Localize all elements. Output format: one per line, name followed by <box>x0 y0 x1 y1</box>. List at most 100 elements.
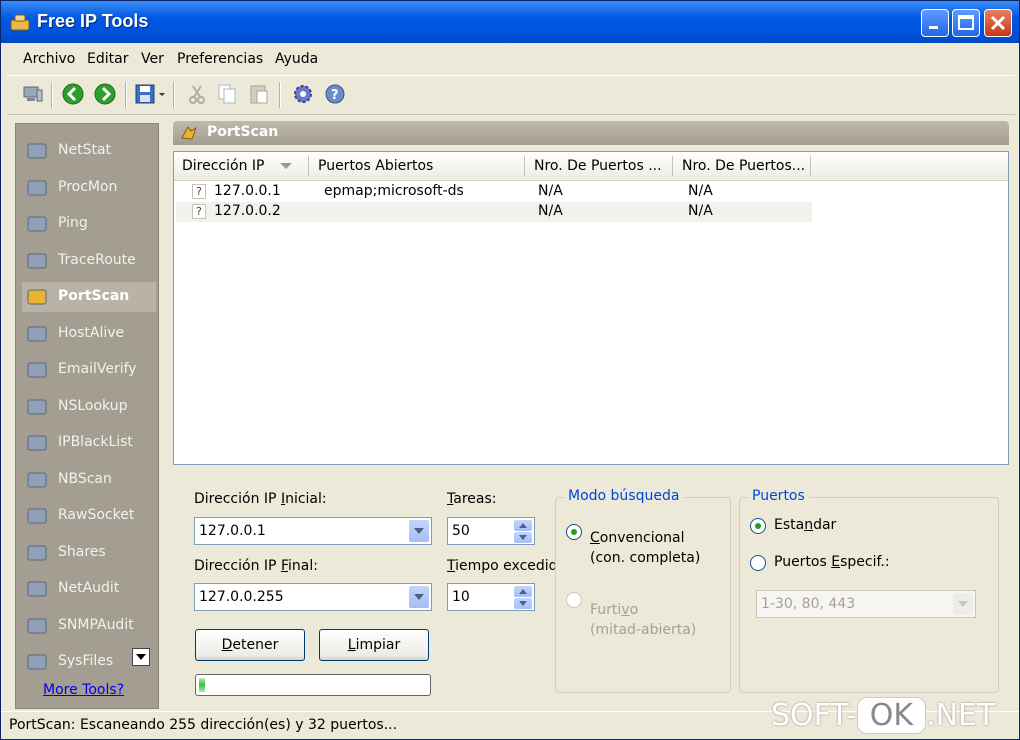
minimize-button[interactable] <box>921 9 949 37</box>
save-icon[interactable] <box>133 82 157 106</box>
menu-ver[interactable]: Ver <box>141 51 164 67</box>
table-row[interactable]: ? 127.0.0.1 epmap;microsoft-ds N/A N/A <box>176 182 812 202</box>
computer-icon[interactable] <box>21 82 45 106</box>
sidebar-scroll-down-button[interactable] <box>132 648 150 666</box>
ports-title: Puertos <box>748 488 809 504</box>
ip-end-combo[interactable]: 127.0.0.255 <box>194 583 432 611</box>
spin-down-icon[interactable] <box>514 598 532 609</box>
app-window: Free IP Tools Archivo Editar Ver Prefere… <box>0 0 1020 740</box>
chevron-down-icon[interactable] <box>953 593 973 615</box>
sidebar-item-ping[interactable]: Ping <box>22 209 156 239</box>
tasks-spinner[interactable]: 50 <box>447 517 535 545</box>
help-icon[interactable]: ? <box>323 82 347 106</box>
cell-ports-count-2: N/A <box>688 183 713 199</box>
chevron-down-icon[interactable] <box>409 586 429 608</box>
column-separator[interactable] <box>672 156 673 176</box>
sidebar-item-emailverify[interactable]: EmailVerify <box>22 355 156 385</box>
column-separator[interactable] <box>810 156 811 176</box>
sidebar-item-nslookup[interactable]: NSLookup <box>22 392 156 422</box>
column-separator[interactable] <box>524 156 525 176</box>
close-button[interactable] <box>984 9 1012 37</box>
spin-up-icon[interactable] <box>514 520 532 531</box>
portscan-icon <box>181 126 197 140</box>
column-separator[interactable] <box>308 156 309 176</box>
table-header: Dirección IP Puertos Abiertos Nro. De Pu… <box>174 152 1008 181</box>
conventional-label[interactable]: Convencional <box>590 530 685 546</box>
netstat-icon <box>27 143 47 159</box>
menu-archivo[interactable]: Archivo <box>23 51 75 67</box>
search-mode-group: Modo búsqueda Convencional (con. complet… <box>555 488 731 693</box>
sidebar-item-ipblacklist[interactable]: IPBlackList <box>22 428 156 458</box>
unknown-status-icon: ? <box>192 204 206 219</box>
sidebar-item-snmpaudit[interactable]: SNMPAudit <box>22 611 156 641</box>
table-row[interactable]: ? 127.0.0.2 N/A N/A <box>176 202 812 222</box>
panel-header: PortScan <box>173 121 1009 145</box>
sidebar-item-label: NBScan <box>58 470 112 487</box>
procmon-icon <box>27 180 47 195</box>
menu-ayuda[interactable]: Ayuda <box>275 51 318 67</box>
ip-start-combo[interactable]: 127.0.0.1 <box>194 517 432 545</box>
nslookup-icon <box>27 399 47 414</box>
tools-sidebar: NetStat ProcMon Ping TraceRoute PortScan Host… <box>15 123 159 709</box>
sidebar-item-nbscan[interactable]: NBScan <box>22 465 156 495</box>
portscan-icon <box>27 289 47 305</box>
rawsocket-icon <box>27 508 47 524</box>
timeout-spinner[interactable]: 10 <box>447 583 535 611</box>
conventional-radio[interactable] <box>566 524 582 540</box>
sidebar-item-label: Ping <box>58 215 88 231</box>
sidebar-item-netstat[interactable]: NetStat <box>22 136 156 166</box>
specific-ports-value: 1-30, 80, 443 <box>761 596 856 612</box>
menu-editar[interactable]: Editar <box>87 51 128 67</box>
results-table[interactable]: Dirección IP Puertos Abiertos Nro. De Pu… <box>173 151 1009 465</box>
back-icon[interactable] <box>61 82 85 106</box>
timeout-value: 10 <box>452 589 470 605</box>
specific-ports-combo[interactable]: 1-30, 80, 443 <box>756 590 976 618</box>
toolbar-separator <box>173 82 175 108</box>
emailverify-icon <box>27 362 47 378</box>
unknown-status-icon: ? <box>192 184 206 199</box>
paste-icon <box>250 85 268 104</box>
stealth-radio[interactable] <box>566 592 582 608</box>
sidebar-item-procmon[interactable]: ProcMon <box>22 173 156 203</box>
maximize-icon <box>958 15 974 30</box>
maximize-button[interactable] <box>952 9 980 37</box>
close-icon <box>990 15 1006 31</box>
gear-icon[interactable] <box>291 82 315 106</box>
sort-arrow-icon <box>280 163 292 169</box>
column-header-open-ports[interactable]: Puertos Abiertos <box>318 158 433 174</box>
specific-ports-radio[interactable] <box>750 555 766 571</box>
title-bar[interactable]: Free IP Tools <box>1 1 1019 43</box>
stealth-label[interactable]: Furtivo <box>590 602 638 618</box>
column-header-ports-count-2[interactable]: Nro. De Puertos... <box>682 158 805 174</box>
column-header-ports-count-1[interactable]: Nro. De Puertos ... <box>534 158 662 174</box>
forward-icon[interactable] <box>93 82 117 106</box>
panel-title: PortScan <box>207 124 279 140</box>
sidebar-item-traceroute[interactable]: TraceRoute <box>22 246 156 276</box>
spin-down-icon[interactable] <box>514 532 532 543</box>
cell-ip: 127.0.0.1 <box>214 183 281 199</box>
sidebar-item-shares[interactable]: Shares <box>22 538 156 568</box>
cell-ports-count-1: N/A <box>538 203 563 219</box>
chevron-down-icon[interactable] <box>157 82 167 106</box>
standard-label[interactable]: Estandar <box>774 517 836 533</box>
sidebar-item-portscan[interactable]: PortScan <box>22 282 156 312</box>
sidebar-item-rawsocket[interactable]: RawSocket <box>22 501 156 531</box>
ip-end-value: 127.0.0.255 <box>199 589 284 605</box>
cell-ports-count-1: N/A <box>538 183 563 199</box>
more-tools-link[interactable]: More Tools? <box>43 682 124 698</box>
standard-radio[interactable] <box>750 518 766 534</box>
sidebar-item-hostalive[interactable]: HostAlive <box>22 319 156 349</box>
sidebar-item-label: SNMPAudit <box>58 616 134 633</box>
chevron-down-icon[interactable] <box>409 520 429 542</box>
stop-button[interactable]: Detener <box>195 629 305 661</box>
specific-ports-label[interactable]: Puertos Especif.: <box>774 554 890 570</box>
sidebar-item-label: NetAudit <box>58 580 120 596</box>
snmpaudit-icon <box>27 618 47 633</box>
column-header-ip[interactable]: Dirección IP <box>182 158 264 174</box>
menu-preferencias[interactable]: Preferencias <box>177 51 263 67</box>
clear-button[interactable]: Limpiar <box>319 629 429 661</box>
netaudit-icon <box>27 581 47 597</box>
spin-up-icon[interactable] <box>514 586 532 597</box>
sidebar-item-label: HostAlive <box>58 324 125 341</box>
sidebar-item-netaudit[interactable]: NetAudit <box>22 574 156 604</box>
